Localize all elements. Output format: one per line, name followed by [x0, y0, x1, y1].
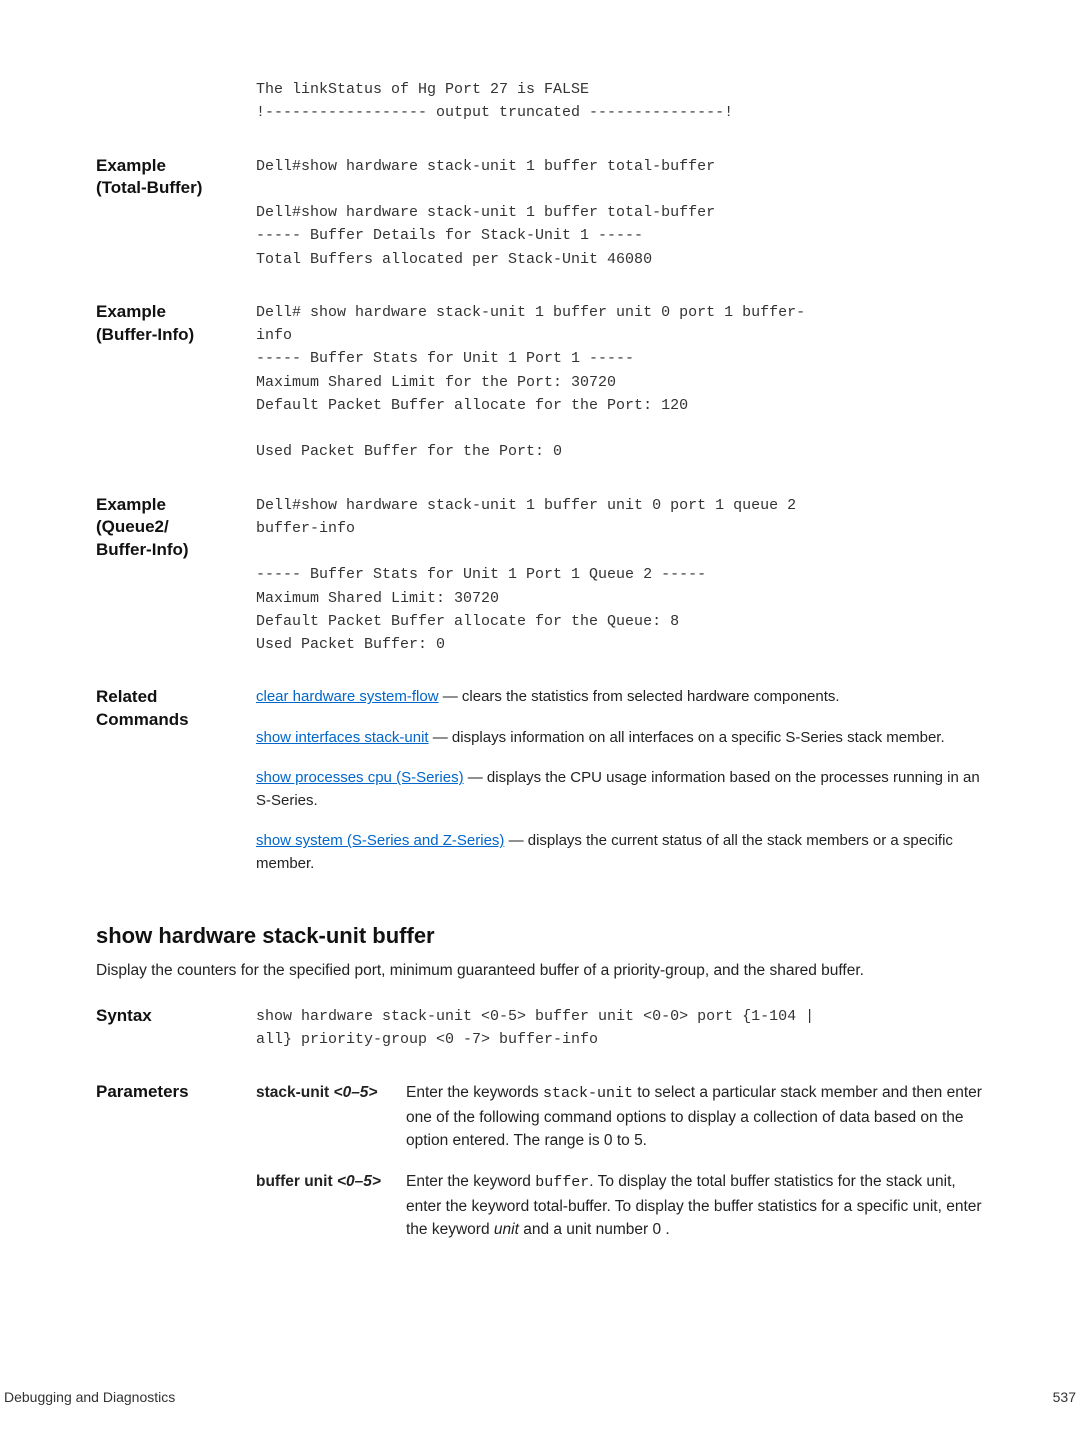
command-title: show hardware stack-unit buffer	[96, 923, 984, 949]
parameter-name: buffer unit <0–5>	[256, 1170, 406, 1241]
example-row: Example (Buffer-Info)Dell# show hardware…	[96, 301, 984, 464]
related-command-link[interactable]: show processes cpu (S-Series)	[256, 769, 464, 786]
related-command-link[interactable]: show system (S-Series and Z-Series)	[256, 832, 504, 849]
related-commands-row: Related Commands clear hardware system-f…	[96, 686, 984, 893]
footer-section-name: Debugging and Diagnostics	[4, 1389, 175, 1405]
related-command-link[interactable]: show interfaces stack-unit	[256, 729, 429, 746]
example-row: Example (Total-Buffer)Dell#show hardware…	[96, 155, 984, 271]
related-command-item: show system (S-Series and Z-Series) — di…	[256, 830, 984, 875]
parameters-label: Parameters	[96, 1081, 256, 1259]
example-output: Dell#show hardware stack-unit 1 buffer t…	[256, 155, 984, 271]
parameter-description: Enter the keywords stack-unit to select …	[406, 1081, 984, 1152]
parameters-row: Parameters stack-unit <0–5>Enter the key…	[96, 1081, 984, 1259]
syntax-label: Syntax	[96, 1005, 256, 1052]
parameter-description: Enter the keyword buffer. To display the…	[406, 1170, 984, 1241]
example-output: Dell#show hardware stack-unit 1 buffer u…	[256, 494, 984, 657]
intro-output: The linkStatus of Hg Port 27 is FALSE !-…	[256, 78, 984, 125]
parameter-name: stack-unit <0–5>	[256, 1081, 406, 1152]
related-command-item: show interfaces stack-unit — displays in…	[256, 727, 984, 750]
related-command-item: clear hardware system-flow — clears the …	[256, 686, 984, 709]
syntax-text: show hardware stack-unit <0-5> buffer un…	[256, 1005, 984, 1052]
example-output: Dell# show hardware stack-unit 1 buffer …	[256, 301, 984, 464]
example-label: Example (Total-Buffer)	[96, 155, 256, 271]
example-row: Example (Queue2/ Buffer-Info)Dell#show h…	[96, 494, 984, 657]
example-label: Example (Queue2/ Buffer-Info)	[96, 494, 256, 657]
syntax-row: Syntax show hardware stack-unit <0-5> bu…	[96, 1005, 984, 1052]
parameter-row: stack-unit <0–5>Enter the keywords stack…	[256, 1081, 984, 1152]
command-description: Display the counters for the specified p…	[96, 959, 984, 982]
intro-output-row: The linkStatus of Hg Port 27 is FALSE !-…	[96, 78, 984, 125]
related-command-item: show processes cpu (S-Series) — displays…	[256, 767, 984, 812]
example-label: Example (Buffer-Info)	[96, 301, 256, 464]
footer-page-number: 537	[1053, 1389, 1076, 1405]
parameter-row: buffer unit <0–5>Enter the keyword buffe…	[256, 1170, 984, 1241]
related-commands-label: Related Commands	[96, 686, 256, 893]
related-command-link[interactable]: clear hardware system-flow	[256, 688, 439, 705]
